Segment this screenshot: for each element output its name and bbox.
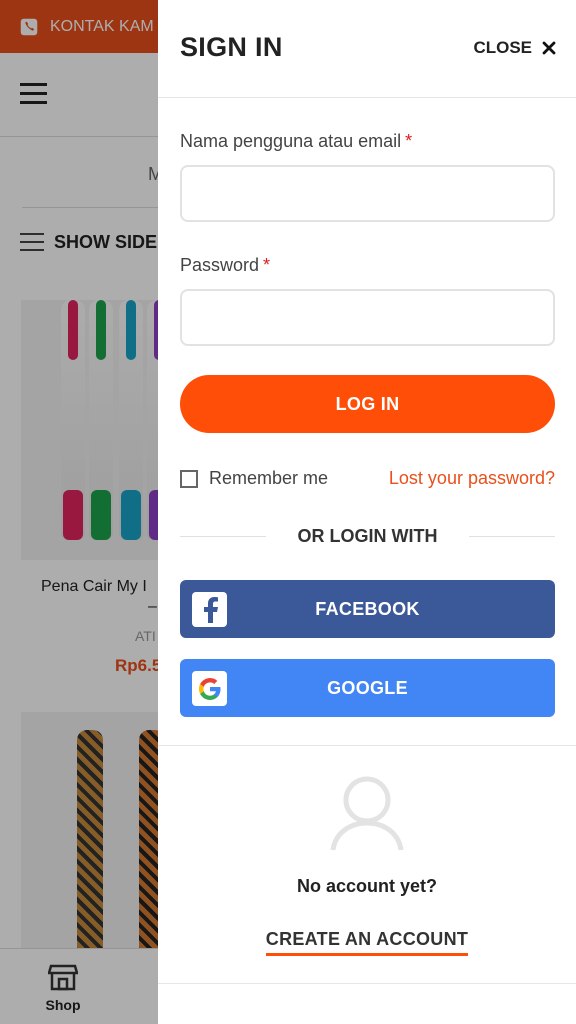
google-label: GOOGLE [327,677,408,698]
bottom-divider [158,983,576,984]
password-input[interactable] [180,289,555,346]
username-input[interactable] [180,165,555,222]
create-account-wrapper: CREATE AN ACCOUNT [158,929,576,956]
panel-title: SIGN IN [180,32,283,62]
facebook-login-button[interactable]: FACEBOOK [180,580,555,638]
google-login-button[interactable]: GOOGLE [180,659,555,717]
username-label: Nama pengguna atau email * [180,131,413,151]
facebook-icon [192,592,227,627]
remember-me[interactable]: Remember me [180,468,328,489]
close-label: CLOSE [473,38,532,57]
google-icon [192,671,227,706]
password-label: Password * [180,255,271,275]
section-divider [158,745,576,746]
login-button[interactable]: LOG IN [180,375,555,433]
no-account-text: No account yet? [296,876,438,896]
create-account-link[interactable]: CREATE AN ACCOUNT [265,929,469,956]
remember-label: Remember me [209,468,329,488]
panel-header: SIGN IN CLOSE [158,0,576,98]
close-button[interactable]: CLOSE [473,38,556,58]
close-icon [542,41,556,55]
sign-in-panel: SIGN IN CLOSE Nama pengguna atau email * … [158,0,576,1024]
user-avatar-icon [330,776,404,851]
or-login-with-divider: OR LOGIN WITH [180,524,555,550]
remember-checkbox[interactable] [180,469,198,488]
facebook-label: FACEBOOK [315,598,420,619]
lost-password-link[interactable]: Lost your password? [389,468,555,489]
